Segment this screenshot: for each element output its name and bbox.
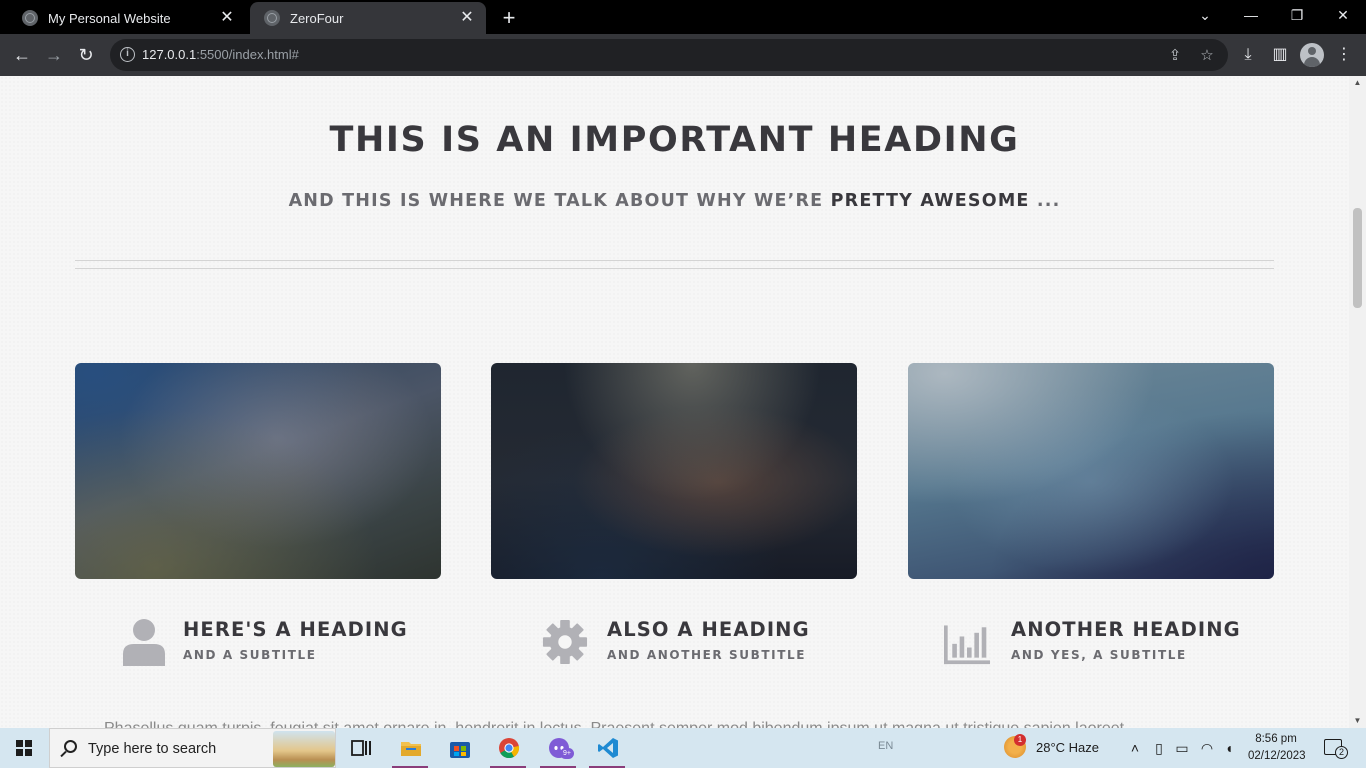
clock-time: 8:56 pm	[1255, 733, 1297, 745]
page-scrollbar[interactable]: ▲ ▼	[1349, 76, 1366, 728]
file-explorer-icon[interactable]	[390, 728, 430, 768]
side-panel-icon[interactable]: ▥	[1269, 44, 1291, 66]
bookmark-star-icon[interactable]: ☆	[1198, 47, 1216, 65]
taskbar-search-box[interactable]: Type here to search	[49, 728, 336, 768]
search-highlight-image	[273, 731, 335, 767]
feature-image-1[interactable]	[75, 363, 441, 579]
page-viewport: THIS IS AN IMPORTANT HEADING AND THIS IS…	[0, 76, 1349, 728]
tab-title: ZeroFour	[290, 10, 344, 26]
browser-toolbar: ← → ↻ i 127.0.0.1:5500/index.html# ⇪ ☆ ⤓…	[0, 34, 1366, 76]
microsoft-store-icon[interactable]	[439, 728, 479, 768]
battery-icon[interactable]: ▭	[1173, 738, 1191, 758]
page-title: THIS IS AN IMPORTANT HEADING	[329, 120, 1020, 160]
search-icon	[64, 740, 77, 753]
address-url[interactable]: 127.0.0.1:5500/index.html#	[142, 47, 299, 62]
volume-icon[interactable]: ◖	[1220, 738, 1238, 758]
page-subtitle: AND THIS IS WHERE WE TALK ABOUT WHY WE’R…	[288, 191, 1061, 211]
feature-2: ALSO A HEADING AND ANOTHER SUBTITLE	[542, 616, 842, 676]
vscode-icon[interactable]	[587, 728, 627, 768]
reload-button[interactable]: ↻	[73, 42, 99, 68]
discord-icon[interactable]: 9+	[538, 728, 578, 768]
windows-taskbar: Type here to search 9+ EN 1 28°C Haze ˄ …	[0, 728, 1366, 768]
task-view-icon[interactable]	[340, 728, 380, 768]
search-placeholder: Type here to search	[88, 741, 217, 757]
forward-button[interactable]: →	[41, 42, 67, 68]
minimize-button[interactable]: —	[1228, 0, 1274, 30]
feature-1: HERE'S A HEADING AND A SUBTITLE	[122, 616, 422, 676]
scrollbar-thumb[interactable]	[1353, 208, 1362, 308]
tab-search-icon[interactable]: ⌄	[1182, 0, 1228, 30]
new-tab-button[interactable]: +	[496, 5, 522, 31]
clock-date: 02/12/2023	[1248, 750, 1306, 762]
tab-my-personal-website[interactable]: My Personal Website ✕	[8, 2, 246, 34]
feature-image-3[interactable]	[908, 363, 1274, 579]
chevron-up-icon[interactable]: ˄	[1126, 738, 1144, 758]
globe-icon	[22, 10, 38, 26]
divider	[75, 268, 1274, 269]
gear-icon	[542, 619, 588, 665]
feature-3: ANOTHER HEADING AND YES, A SUBTITLE	[944, 616, 1244, 676]
feature-subtitle: AND ANOTHER SUBTITLE	[607, 648, 807, 662]
windows-start-icon[interactable]	[16, 740, 32, 756]
feature-heading: ALSO A HEADING	[607, 618, 810, 641]
address-bar[interactable]: i 127.0.0.1:5500/index.html# ⇪ ☆	[110, 39, 1228, 71]
download-icon[interactable]: ⤓	[1237, 44, 1259, 66]
system-clock[interactable]: 8:56 pm 02/12/2023	[1248, 731, 1306, 765]
chrome-icon[interactable]	[488, 728, 528, 768]
user-icon	[123, 619, 165, 666]
tab-title: My Personal Website	[48, 10, 171, 26]
language-indicator[interactable]: EN	[878, 740, 893, 752]
menu-icon[interactable]: ⋮	[1333, 44, 1355, 66]
feature-subtitle: AND A SUBTITLE	[183, 648, 317, 662]
discord-badge: 9+	[560, 748, 574, 759]
site-info-icon[interactable]: i	[120, 47, 135, 62]
tab-close-icon[interactable]: ✕	[218, 9, 236, 27]
scroll-up-icon[interactable]: ▲	[1349, 76, 1366, 90]
feature-image-2[interactable]	[491, 363, 857, 579]
browser-tab-bar: My Personal Website ✕ ZeroFour ✕ + ⌄ — ❐…	[0, 0, 1366, 34]
notification-count: 2	[1335, 746, 1348, 759]
weather-alert-badge: 1	[1014, 734, 1026, 746]
close-window-button[interactable]: ✕	[1320, 0, 1366, 30]
share-icon[interactable]: ⇪	[1166, 47, 1184, 65]
weather-text: 28°C Haze	[1036, 740, 1100, 755]
globe-icon	[264, 10, 280, 26]
body-paragraph: Phasellus quam turpis, feugiat sit amet …	[104, 720, 1254, 728]
tab-close-icon[interactable]: ✕	[458, 9, 476, 27]
bar-chart-icon	[944, 625, 990, 665]
feature-subtitle: AND YES, A SUBTITLE	[1011, 648, 1187, 662]
subtitle-emphasis: PRETTY AWESOME	[830, 191, 1030, 211]
feature-heading: HERE'S A HEADING	[183, 618, 408, 641]
tab-zerofour[interactable]: ZeroFour ✕	[250, 2, 486, 34]
feature-heading: ANOTHER HEADING	[1011, 618, 1241, 641]
back-button[interactable]: ←	[9, 42, 35, 68]
restore-button[interactable]: ❐	[1274, 0, 1320, 30]
wifi-icon[interactable]: ◠	[1198, 738, 1216, 758]
scroll-down-icon[interactable]: ▼	[1349, 714, 1366, 728]
profile-icon[interactable]	[1300, 43, 1324, 67]
device-icon[interactable]: ▯	[1150, 738, 1168, 758]
divider	[75, 260, 1274, 261]
